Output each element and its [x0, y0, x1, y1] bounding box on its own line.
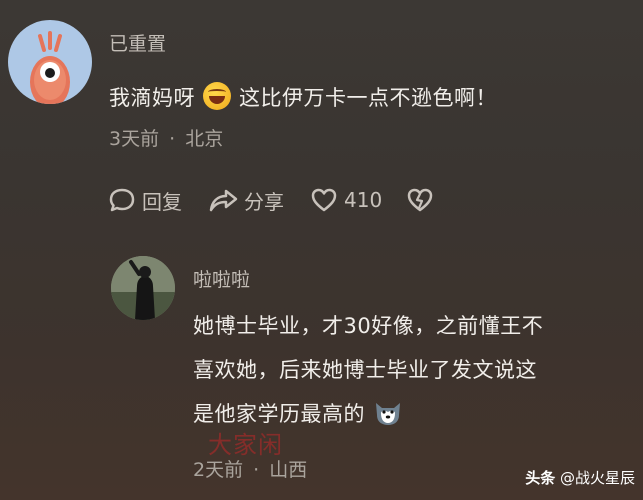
reply-avatar[interactable] [111, 256, 175, 320]
comment-location: 北京 [185, 128, 224, 150]
comment-meta: 3天前 · 北京 [109, 124, 223, 151]
footer-brand: 头条 [525, 469, 556, 487]
comment-text-before: 我滴妈呀 [109, 86, 195, 110]
comment-author[interactable]: 已重置 [109, 29, 166, 56]
laugh-emoji-icon [203, 82, 231, 110]
share-label: 分享 [244, 189, 284, 214]
speech-bubble-icon [109, 188, 135, 212]
heart-icon [311, 188, 337, 212]
reply-text: 她博士毕业，才30好像，之前懂王不 喜欢她，后来她博士毕业了发文说这 是他家学历… [193, 304, 543, 436]
reply-button[interactable]: 回复 [108, 186, 182, 215]
source-footer: 头条 @战火星辰 [525, 467, 635, 488]
reply-line-2: 喜欢她，后来她博士毕业了发文说这 [193, 358, 537, 382]
reply-line-1: 她博士毕业，才30好像，之前懂王不 [193, 314, 544, 338]
meta-separator: · [253, 459, 260, 481]
reply-meta: 2天前 · 山西 [193, 455, 307, 482]
footer-account: @战火星辰 [559, 469, 635, 487]
broken-heart-icon [407, 188, 433, 212]
reply-time: 2天前 [193, 459, 244, 481]
comment-time: 3天前 [109, 128, 160, 150]
dog-emoji-icon [373, 398, 403, 426]
avatar[interactable] [8, 20, 92, 104]
comment-text-after: 这比伊万卡一点不逊色啊！ [239, 86, 497, 110]
comment-text: 我滴妈呀 这比伊万卡一点不逊色啊！ [109, 82, 497, 112]
like-button[interactable]: 410 [310, 187, 382, 213]
reply-author[interactable]: 啦啦啦 [193, 265, 250, 292]
share-arrow-icon [209, 189, 238, 212]
reply-location: 山西 [269, 459, 308, 481]
reply-line-3-text: 是他家学历最高的 [193, 402, 365, 426]
reply-label: 回复 [142, 189, 182, 214]
person-photo-icon [111, 256, 175, 320]
dislike-button[interactable] [406, 187, 434, 213]
share-button[interactable]: 分享 [208, 186, 284, 215]
like-count: 410 [344, 188, 383, 212]
comment-actions: 回复 分享 410 [108, 183, 468, 217]
shrimp-avatar-icon [30, 31, 70, 104]
meta-separator: · [169, 128, 176, 150]
